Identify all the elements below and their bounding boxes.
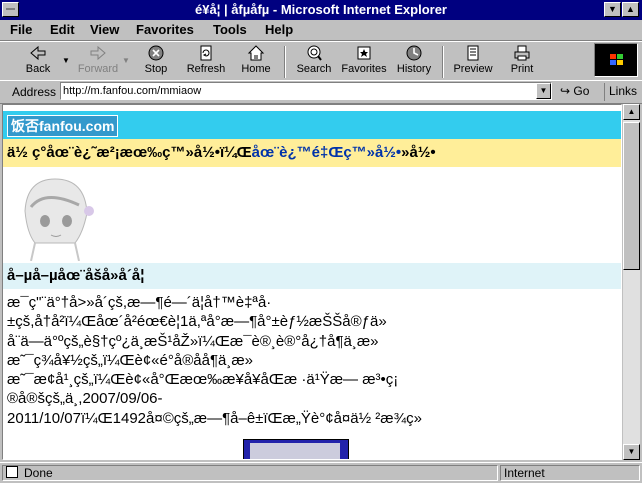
go-arrow-icon: ↪ xyxy=(560,84,571,98)
status-text-pane: Done xyxy=(2,465,498,481)
fanfou-logo[interactable]: 饭否fanfou.com xyxy=(7,115,119,137)
forward-arrow-icon xyxy=(90,45,106,61)
window-title: é¥­å¦ | åfµåfµ - Microsoft Internet Expl… xyxy=(195,2,447,17)
menu-bar: File Edit View Favorites Tools Help xyxy=(0,20,642,41)
search-label: Search xyxy=(296,63,332,75)
vertical-scrollbar[interactable]: ▲ ▼ xyxy=(622,104,640,460)
preview-label: Preview xyxy=(453,63,493,75)
user-name: å–µå–µåœ¨å­šå»å´å¦ xyxy=(3,263,621,289)
menu-help[interactable]: Help xyxy=(265,22,293,37)
favorites-icon xyxy=(357,46,371,60)
scroll-up-button[interactable]: ▲ xyxy=(623,104,640,120)
address-label: Address xyxy=(12,85,57,99)
scroll-thumb[interactable] xyxy=(623,122,640,270)
history-button[interactable]: History xyxy=(394,44,434,78)
page-content: 饭否fanfou.com ä½ ç°åœ¨è¿˜æ²¡æœ‰ç™»å½•ï¼Œå… xyxy=(2,104,622,460)
home-icon xyxy=(247,45,265,61)
preview-button[interactable]: Preview xyxy=(450,44,496,78)
refresh-label: Refresh xyxy=(186,63,226,75)
address-input[interactable]: http://m.fanfou.com/mmiaow xyxy=(60,82,552,100)
menu-tools[interactable]: Tools xyxy=(213,22,247,37)
address-dropdown-button[interactable]: ▼ xyxy=(536,83,551,99)
print-icon xyxy=(514,45,530,61)
forward-label: Forward xyxy=(77,63,119,75)
stop-button[interactable]: Stop xyxy=(136,44,176,78)
print-button[interactable]: Print xyxy=(504,44,540,78)
home-label: Home xyxy=(241,63,271,75)
refresh-icon xyxy=(200,45,212,61)
stop-label: Stop xyxy=(144,63,168,75)
login-notice-text: ä½ ç°åœ¨è¿˜æ²¡æœ‰ç™»å½•ï¼Œ xyxy=(7,144,252,161)
stop-icon xyxy=(148,45,164,61)
forward-button[interactable]: Forward xyxy=(74,44,122,78)
ie-throbber[interactable] xyxy=(594,43,638,77)
zone-label: Internet xyxy=(504,466,545,480)
menu-file[interactable]: File xyxy=(10,22,32,37)
windows-logo-icon xyxy=(610,54,623,65)
user-avatar[interactable] xyxy=(5,171,101,261)
favorites-label: Favorites xyxy=(341,63,387,75)
toolbar-separator xyxy=(284,46,286,78)
menu-favorites[interactable]: Favorites xyxy=(136,22,194,37)
user-bio: æ¯ç"¨ä°†å>»å´çš,æ—¶é—´ä¦å†™è‡ªå· ±çš,å†å… xyxy=(7,294,422,427)
search-button[interactable]: Search xyxy=(292,44,336,78)
preview-icon xyxy=(467,45,479,61)
menu-view[interactable]: View xyxy=(90,22,119,37)
back-button[interactable]: Back xyxy=(14,44,62,78)
refresh-button[interactable]: Refresh xyxy=(182,44,230,78)
login-notice: ä½ ç°åœ¨è¿˜æ²¡æœ‰ç™»å½•ï¼Œåœ¨è¿™é‡Œç™»å½… xyxy=(3,139,621,167)
maximize-button[interactable]: ▲ xyxy=(622,2,639,17)
login-link[interactable]: åœ¨è¿™é‡Œç™»å½• xyxy=(252,144,401,161)
print-label: Print xyxy=(510,63,534,75)
back-label: Back xyxy=(25,63,51,75)
scroll-down-button[interactable]: ▼ xyxy=(623,444,640,460)
history-icon xyxy=(406,45,422,61)
go-label: Go xyxy=(573,84,590,98)
links-button[interactable]: Links xyxy=(604,83,640,101)
toolbar-separator xyxy=(442,46,444,78)
favorites-button[interactable]: Favorites xyxy=(340,44,388,78)
title-bar: é¥­å¦ | åfµåfµ - Microsoft Internet Expl… xyxy=(0,0,642,20)
security-zone-pane: Internet xyxy=(500,465,640,481)
search-icon xyxy=(307,45,322,61)
site-header: 饭否fanfou.com xyxy=(3,111,621,139)
toolbar: Back ▼ Forward ▼ Stop Refresh Home Searc… xyxy=(0,41,642,81)
status-bar: Done Internet xyxy=(0,462,642,483)
address-bar: Address http://m.fanfou.com/mmiaow ▼ ↪ G… xyxy=(0,80,642,104)
back-arrow-icon xyxy=(30,45,46,61)
history-label: History xyxy=(396,63,432,75)
status-photo-thumbnail[interactable] xyxy=(243,439,349,459)
browser-window: é¥­å¦ | åfµåfµ - Microsoft Internet Expl… xyxy=(0,0,642,483)
minimize-button[interactable]: ▼ xyxy=(604,2,621,17)
menu-edit[interactable]: Edit xyxy=(50,22,75,37)
status-text: Done xyxy=(24,466,53,480)
go-button[interactable]: ↪ Go xyxy=(560,84,589,98)
page-icon xyxy=(6,466,18,478)
home-button[interactable]: Home xyxy=(236,44,276,78)
